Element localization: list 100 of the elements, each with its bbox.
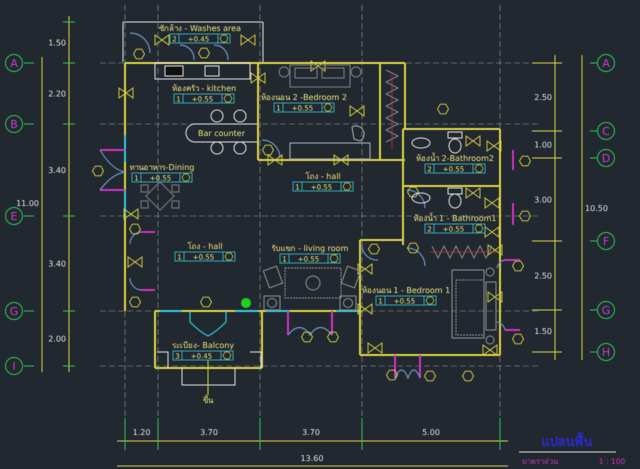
toilet-icon [448, 132, 462, 154]
section-marker-icon [128, 256, 142, 268]
window-line [266, 310, 290, 312]
door-tag-icon [436, 104, 450, 114]
section-marker-icon [334, 154, 348, 166]
section-marker-icon [154, 34, 170, 46]
window-line [336, 310, 358, 312]
section-marker-icon [358, 263, 372, 275]
section-marker-icon [486, 140, 502, 152]
dimension-text: 5.00 [422, 428, 440, 437]
washbasin-icon [412, 138, 430, 148]
section-marker-icon [124, 208, 138, 220]
dimension-text: 1.20 [132, 428, 150, 437]
dimension-text: 3.70 [302, 428, 320, 437]
door-icon [129, 231, 155, 244]
room-label: ห้องน้ำ 1 - Bathroom1 [414, 214, 496, 223]
dimension-text: 3.40 [48, 260, 66, 268]
room-label: ระเบียง- Balcony [172, 341, 234, 350]
toilet-icon [448, 188, 462, 208]
door-tag-icon [512, 260, 524, 272]
door-icon [262, 139, 281, 158]
dimension-text: 10.50 [585, 204, 608, 213]
room-label: รับแขก - living room [272, 244, 348, 253]
door-tag-icon [128, 224, 142, 234]
door-icon [99, 149, 126, 191]
section-marker-icon [358, 303, 372, 315]
door-tag-icon [386, 370, 398, 380]
door-icon [129, 278, 155, 291]
washbasin-icon [412, 192, 430, 204]
window-line [124, 135, 126, 162]
door-tag-icon [262, 144, 274, 156]
section-marker-icon [118, 87, 134, 99]
dimension-text: 1.00 [534, 140, 552, 150]
dimension-text: 11.00 [16, 199, 39, 208]
window-line [160, 310, 182, 312]
dimension-text: 2.00 [48, 334, 66, 344]
door-tag-icon [462, 370, 474, 382]
window-line [124, 190, 126, 214]
door-icon [394, 354, 421, 379]
section-marker-icon [466, 135, 480, 147]
door-icon [406, 189, 426, 208]
room-label: ห้องนอน 1 - Bedroom 1 [362, 286, 450, 295]
room-label: ซักล้าง - Washes area [159, 24, 241, 33]
door-icon [180, 44, 195, 60]
door-tag-icon [424, 370, 436, 382]
bar-counter-label: Bar counter [198, 129, 246, 138]
section-marker-icon [268, 154, 282, 166]
dimension-text: 1.50 [534, 327, 552, 336]
dimension-text: 2.20 [48, 90, 66, 98]
dimension-text: 2.50 [534, 272, 552, 280]
section-marker-icon [484, 226, 500, 238]
door-tag-icon [132, 48, 146, 60]
section-marker-icon [250, 72, 266, 84]
dining-table-drawing [140, 181, 180, 211]
section-marker-icon [310, 60, 326, 72]
door-tag-icon [518, 156, 532, 166]
door-tag-icon [512, 334, 524, 344]
door-tag-icon [200, 296, 212, 308]
dimension-text: 1.50 [48, 38, 66, 48]
door-icon [130, 32, 151, 54]
door-tag-icon [128, 296, 142, 308]
dimension-text: 3.40 [48, 166, 66, 175]
room-label: ห้องครัว - kitchen [172, 84, 236, 93]
section-marker-icon [240, 34, 256, 46]
bar-counter-drawing [186, 110, 258, 154]
window-line [235, 310, 258, 312]
door-tag-icon [198, 48, 210, 58]
section-marker-icon [350, 105, 364, 117]
room-label: ห้องน้ำ 2-Bathroom2 [416, 154, 494, 163]
door-icon [214, 44, 229, 60]
room-label: ห้องนอน 2 -Bedroom 2 [261, 93, 347, 102]
door-tag-icon [368, 244, 380, 254]
dimension-text: 13.60 [300, 454, 324, 463]
room-label: ทานอาหาร-Dining [130, 163, 194, 172]
section-marker-icon [368, 342, 382, 354]
room-label: โถง - hall [305, 172, 341, 181]
door-tag-icon [518, 210, 532, 222]
stair-label: ขึ้น [203, 396, 213, 405]
section-marker-icon [466, 187, 480, 199]
section-marker-icon [488, 291, 502, 303]
section-marker-icon [241, 298, 251, 308]
dimension-text: 3.00 [534, 196, 552, 204]
door-icon [287, 310, 333, 336]
section-marker-icon [484, 197, 500, 209]
door-icon [361, 244, 378, 261]
section-marker-icon [482, 344, 498, 356]
door-tag-icon [406, 242, 420, 254]
room-label: โถง - hall [187, 242, 223, 251]
door-icon [496, 259, 520, 268]
dimension-text: 3.70 [200, 428, 218, 437]
door-tag-icon [300, 332, 314, 342]
door-icon [406, 247, 426, 266]
door-icon [189, 311, 227, 337]
wardrobe-drawing [430, 245, 498, 259]
door-icon [496, 321, 520, 331]
section-marker-icon [488, 244, 502, 256]
door-tag-icon [326, 332, 340, 342]
door-tag-icon [92, 166, 104, 176]
door-tag-icon [406, 186, 420, 198]
dimension-text: 2.50 [534, 93, 552, 102]
